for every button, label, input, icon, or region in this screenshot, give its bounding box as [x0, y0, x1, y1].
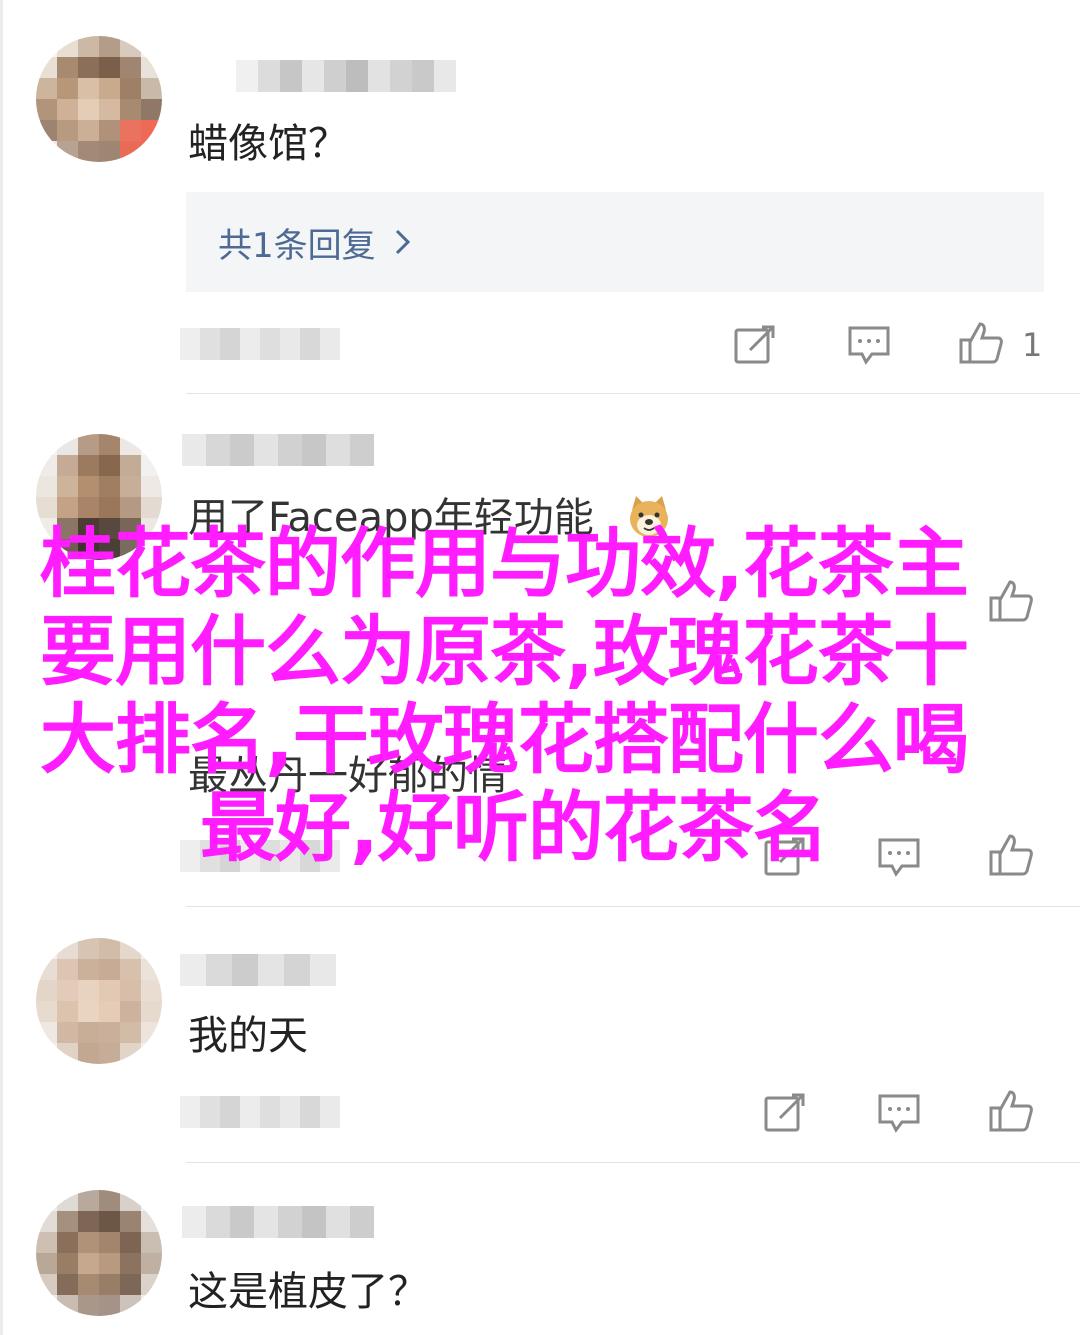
- username-blurred[interactable]: [180, 954, 336, 986]
- divider: [186, 1162, 1080, 1163]
- comment-icon[interactable]: [846, 322, 892, 368]
- edit-icon[interactable]: [732, 322, 778, 368]
- screen-edge: [0, 0, 3, 1335]
- reply-count-label: 共1条回复: [218, 225, 376, 266]
- username-blurred[interactable]: [182, 1206, 374, 1238]
- comment-text: 我的天: [188, 1013, 308, 1059]
- overlay-line-3: 大排名,干玫瑰花搭配什么喝: [40, 695, 969, 784]
- thumbs-up-icon[interactable]: [958, 320, 1004, 366]
- thumbs-up-icon[interactable]: [988, 1088, 1034, 1134]
- chevron-right-icon: [395, 229, 410, 255]
- comment-icon[interactable]: [876, 1090, 922, 1136]
- avatar[interactable]: [36, 1190, 162, 1316]
- timestamp-blurred: [180, 1096, 340, 1128]
- overlay-line-4: 最好,好听的花茶名: [200, 783, 829, 872]
- reply-summary-box[interactable]: 共1条回复: [186, 192, 1044, 292]
- avatar[interactable]: [36, 938, 162, 1064]
- overlay-line-1: 桂花茶的作用与功效,花茶主: [40, 519, 969, 608]
- username-blurred[interactable]: [182, 434, 374, 466]
- comment-text: 蜡像馆？: [188, 121, 348, 167]
- divider: [186, 906, 1080, 907]
- divider: [186, 393, 1080, 394]
- overlay-line-2: 要用什么为原茶,玫瑰花茶十: [40, 607, 969, 696]
- username-blurred[interactable]: [236, 60, 456, 92]
- edit-icon[interactable]: [762, 1090, 808, 1136]
- timestamp-blurred: [180, 328, 340, 360]
- view-replies-link[interactable]: 共1条回复: [218, 218, 412, 267]
- avatar[interactable]: [36, 36, 162, 162]
- like-count: 1: [1022, 326, 1043, 364]
- comment-text: 这是植皮了？: [188, 1269, 428, 1315]
- overlay-title: 桂花茶的作用与功效,花茶主 要用什么为原茶,玫瑰花茶十 大排名,干玫瑰花搭配什么…: [40, 520, 1050, 872]
